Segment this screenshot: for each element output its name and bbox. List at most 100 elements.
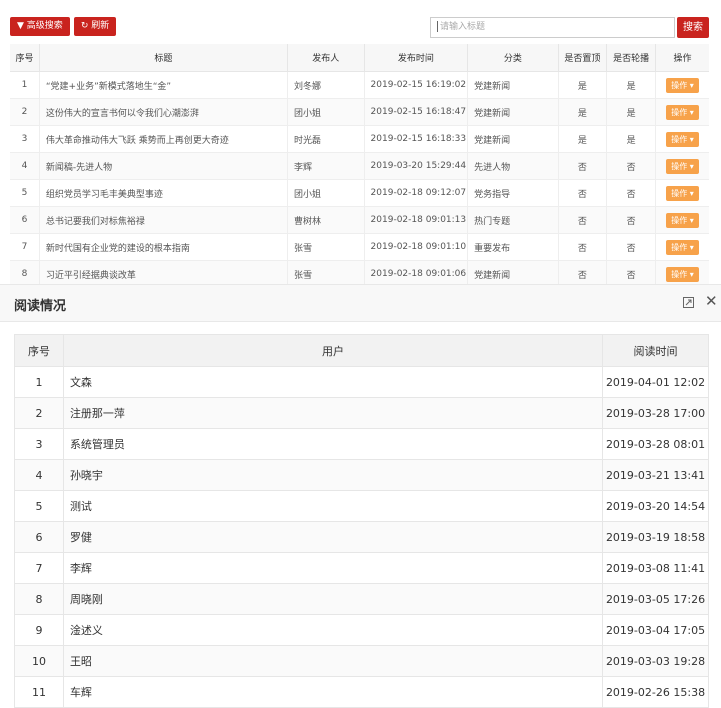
operation-button[interactable]: 操作 ▾ bbox=[666, 104, 699, 120]
table-cell: 刘冬娜 bbox=[287, 71, 365, 99]
table-cell: 否 bbox=[606, 233, 657, 261]
caret-down-icon: ▾ bbox=[687, 134, 694, 144]
table-row: 4 新闻稿-先进人物 李辉 2019-03-20 15:29:44 先进人物否否操作 ▾ bbox=[10, 152, 709, 180]
caret-down-icon: ▾ bbox=[687, 161, 694, 171]
table-row: 5 测试 2019-03-20 14:54 bbox=[14, 490, 709, 522]
table-cell: 操作 ▾ bbox=[655, 179, 709, 207]
table-cell: 是 bbox=[558, 71, 608, 99]
table-cell: 2019-03-21 13:41 bbox=[602, 459, 709, 491]
table-cell: 罗健 bbox=[62, 521, 604, 553]
table-cell: 先进人物 bbox=[467, 152, 559, 180]
table-row: 2 注册那一萍 2019-03-28 17:00 bbox=[14, 397, 709, 429]
table-cell: 2019-02-18 09:01:10 bbox=[364, 233, 469, 261]
text-cursor bbox=[437, 21, 438, 32]
table-cell: 否 bbox=[558, 152, 608, 180]
table-row: 2 这份伟大的宣言书何以令我们心潮澎湃 团小姐 2019-02-15 16:18:47… bbox=[10, 98, 709, 126]
column-header: 用户 bbox=[62, 334, 604, 367]
table-cell: 这份伟大的宣言书何以令我们心潮澎湃 bbox=[39, 98, 288, 126]
table-cell: 是 bbox=[606, 71, 657, 99]
table-cell: 6 bbox=[14, 521, 64, 553]
operation-label: 操作 bbox=[671, 134, 688, 144]
table-cell: 操作 ▾ bbox=[655, 206, 709, 234]
table-cell: 2019-03-20 14:54 bbox=[602, 490, 709, 522]
table-cell: 系统管理员 bbox=[62, 428, 604, 460]
table-cell: 2019-03-20 15:29:44 bbox=[364, 152, 469, 180]
operation-button[interactable]: 操作 ▾ bbox=[666, 239, 699, 255]
table-cell: 3 bbox=[14, 428, 64, 460]
table-cell: 孙晓宇 bbox=[62, 459, 604, 491]
table-cell: 伟大革命推动伟大飞跃 乘势而上再创更大奇迹 bbox=[39, 125, 288, 153]
table-cell: “党建+业务”新模式落地生“金” bbox=[39, 71, 288, 99]
table-row: 9 淦述义 2019-03-04 17:05 bbox=[14, 614, 709, 646]
table-cell: 操作 ▾ bbox=[655, 71, 709, 99]
column-header: 序号 bbox=[10, 44, 40, 72]
advanced-search-button[interactable]: ▼ 高级搜索 bbox=[10, 17, 70, 36]
table-cell: 5 bbox=[14, 490, 64, 522]
table-cell: 3 bbox=[10, 125, 40, 153]
table-cell: 组织党员学习毛丰美典型事迹 bbox=[39, 179, 288, 207]
table-row: 3 伟大革命推动伟大飞跃 乘势而上再创更大奇迹 时光磊 2019-02-15 16:1… bbox=[10, 125, 709, 153]
table-cell: 是 bbox=[606, 125, 657, 153]
column-header: 是否置顶 bbox=[558, 44, 608, 72]
table-cell: 2019-02-15 16:19:02 bbox=[364, 71, 469, 99]
column-header: 操作 bbox=[655, 44, 709, 72]
table-row: 7 李辉 2019-03-08 11:41 bbox=[14, 552, 709, 584]
operation-button[interactable]: 操作 ▾ bbox=[666, 266, 699, 282]
table-cell: 2019-04-01 12:02 bbox=[602, 366, 709, 398]
table-cell: 2019-02-15 16:18:33 bbox=[364, 125, 469, 153]
table-cell: 热门专题 bbox=[467, 206, 559, 234]
table-cell: 操作 ▾ bbox=[655, 98, 709, 126]
table-cell: 重要发布 bbox=[467, 233, 559, 261]
table-cell: 王昭 bbox=[62, 645, 604, 677]
operation-label: 操作 bbox=[671, 161, 688, 171]
modal-header: 阅读情况 ✕ bbox=[0, 284, 721, 322]
table-row: 1 文森 2019-04-01 12:02 bbox=[14, 366, 709, 398]
operation-button[interactable]: 操作 ▾ bbox=[666, 212, 699, 228]
table-cell: 团小姐 bbox=[287, 98, 365, 126]
table-cell: 2019-03-04 17:05 bbox=[602, 614, 709, 646]
modal-title: 阅读情况 bbox=[14, 299, 67, 314]
table-row: 3 系统管理员 2019-03-28 08:01 bbox=[14, 428, 709, 460]
operation-button[interactable]: 操作 ▾ bbox=[666, 77, 699, 93]
table-cell: 8 bbox=[14, 583, 64, 615]
table-row: 4 孙晓宇 2019-03-21 13:41 bbox=[14, 459, 709, 491]
caret-down-icon: ▾ bbox=[687, 242, 694, 252]
table-cell: 操作 ▾ bbox=[655, 125, 709, 153]
table-cell: 2019-03-19 18:58 bbox=[602, 521, 709, 553]
table-cell: 2 bbox=[14, 397, 64, 429]
column-header: 是否轮播 bbox=[606, 44, 657, 72]
column-header: 序号 bbox=[14, 334, 64, 367]
table-cell: 2019-03-08 11:41 bbox=[602, 552, 709, 584]
table-cell: 7 bbox=[10, 233, 40, 261]
refresh-button[interactable]: ↻ 刷新 bbox=[73, 17, 117, 36]
table-cell: 7 bbox=[14, 552, 64, 584]
table-cell: 注册那一萍 bbox=[62, 397, 604, 429]
table-cell: 否 bbox=[606, 152, 657, 180]
reading-table-header: 序号 用户 阅读时间 bbox=[14, 334, 709, 367]
operation-label: 操作 bbox=[671, 80, 688, 90]
table-cell: 党务指导 bbox=[467, 179, 559, 207]
table-cell: 否 bbox=[606, 206, 657, 234]
table-cell: 车辉 bbox=[62, 676, 604, 708]
table-row: 11 车辉 2019-02-26 15:38 bbox=[14, 676, 709, 708]
table-cell: 是 bbox=[558, 125, 608, 153]
table-cell: 周晓刚 bbox=[62, 583, 604, 615]
table-cell: 2019-03-05 17:26 bbox=[602, 583, 709, 615]
operation-button[interactable]: 操作 ▾ bbox=[666, 185, 699, 201]
column-header: 分类 bbox=[467, 44, 559, 72]
operation-button[interactable]: 操作 ▾ bbox=[666, 158, 699, 174]
table-cell: 4 bbox=[10, 152, 40, 180]
caret-down-icon: ▾ bbox=[687, 107, 694, 117]
operation-button[interactable]: 操作 ▾ bbox=[666, 131, 699, 147]
table-cell: 时光磊 bbox=[287, 125, 365, 153]
table-cell: 新时代国有企业党的建设的根本指南 bbox=[39, 233, 288, 261]
table-cell: 党建新闻 bbox=[467, 98, 559, 126]
search-input[interactable]: 请输入标题 bbox=[430, 17, 675, 38]
table-row: 7 新时代国有企业党的建设的根本指南 张雪 2019-02-18 09:01:10 重要… bbox=[10, 233, 709, 261]
close-icon[interactable]: ✕ bbox=[705, 293, 718, 309]
operation-label: 操作 bbox=[671, 188, 688, 198]
maximize-icon[interactable] bbox=[683, 297, 694, 308]
search-button[interactable]: 搜索 bbox=[677, 17, 709, 38]
table-row: 10 王昭 2019-03-03 19:28 bbox=[14, 645, 709, 677]
table-cell: 2019-02-18 09:01:13 bbox=[364, 206, 469, 234]
